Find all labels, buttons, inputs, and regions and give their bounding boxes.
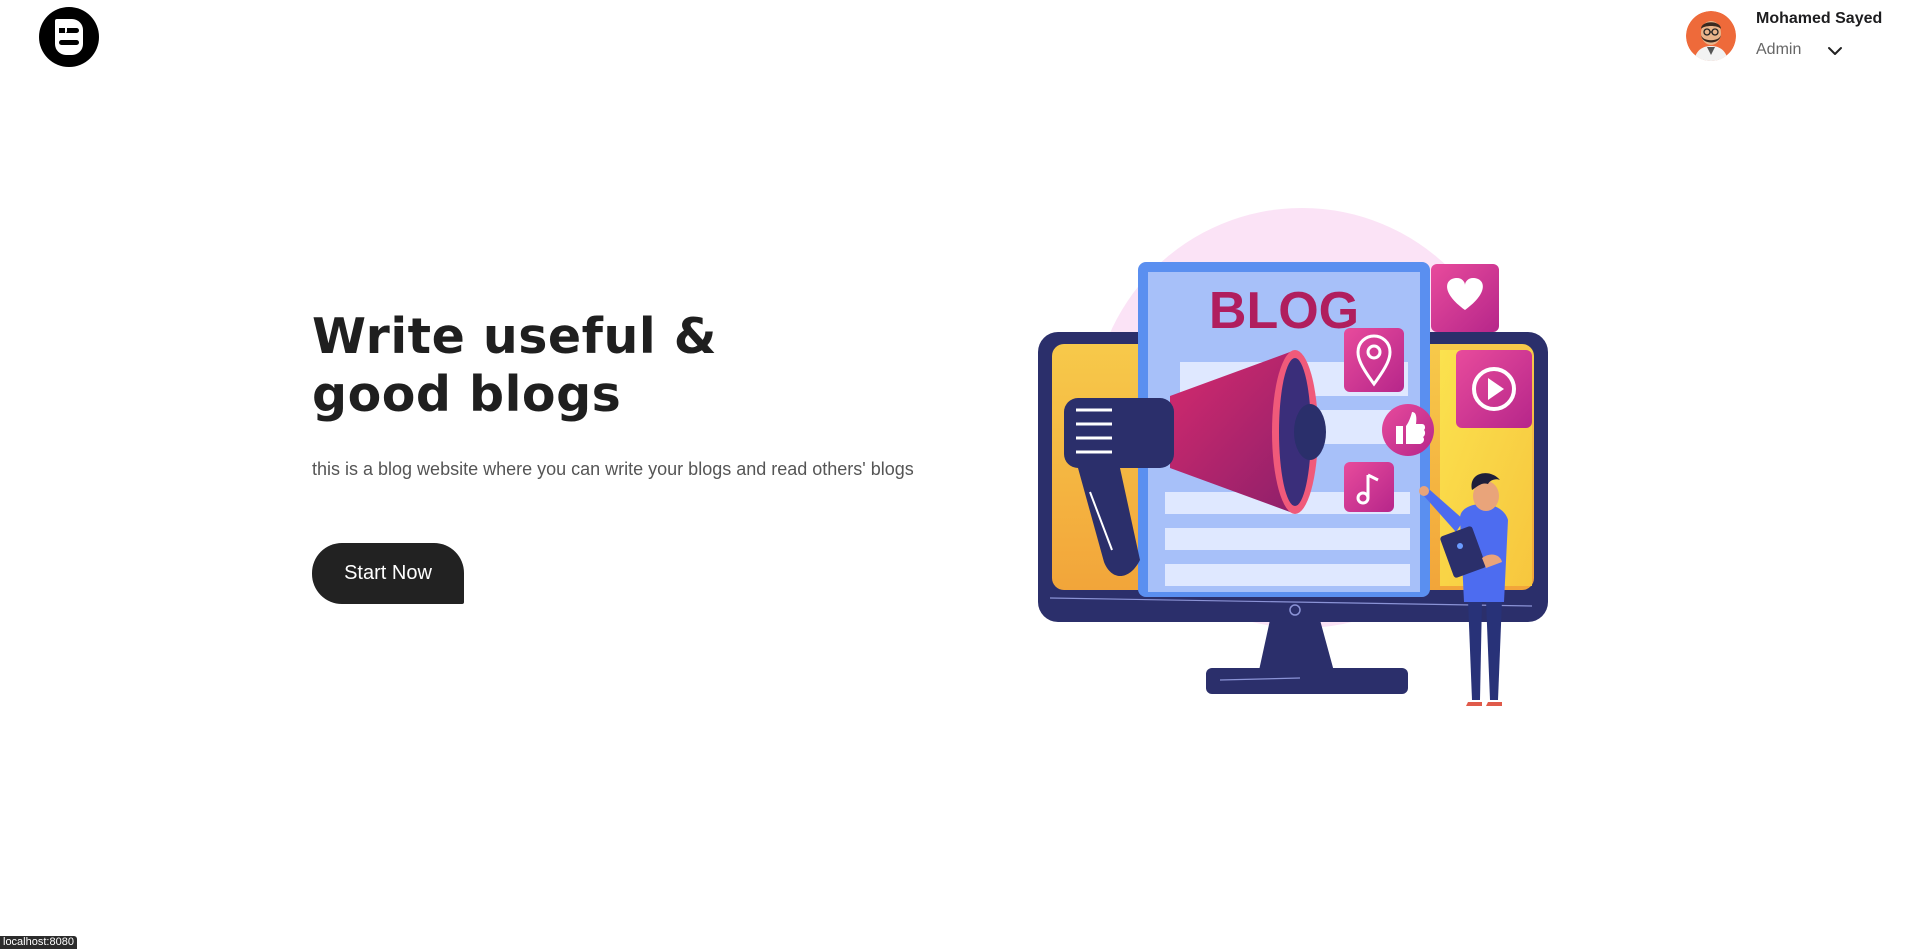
- location-pin-icon: [1344, 328, 1404, 392]
- heart-icon: [1431, 264, 1499, 332]
- hero-title: Write useful & good blogs: [312, 308, 717, 423]
- thumbs-up-icon: [1382, 404, 1434, 456]
- top-navbar: Mohamed Sayed Admin: [0, 0, 1919, 80]
- chevron-down-icon[interactable]: [1824, 40, 1846, 62]
- blog-illustration-text: BLOG: [1209, 282, 1359, 340]
- blogger-logo[interactable]: [38, 6, 100, 68]
- start-now-button[interactable]: Start Now: [312, 543, 464, 604]
- music-note-icon: [1344, 462, 1394, 512]
- blog-marketing-illustration: BLOG: [1038, 208, 1548, 706]
- status-bar-url: localhost:8080: [0, 936, 77, 949]
- hero-description: this is a blog website where you can wri…: [312, 459, 914, 479]
- avatar[interactable]: [1686, 11, 1736, 61]
- user-role: Admin: [1756, 41, 1802, 58]
- user-menu[interactable]: Mohamed Sayed Admin: [1686, 8, 1906, 64]
- play-icon: [1456, 350, 1532, 428]
- user-name: Mohamed Sayed: [1756, 10, 1883, 27]
